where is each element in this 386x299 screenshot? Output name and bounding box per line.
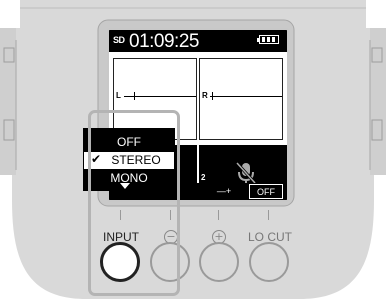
highlight-frame [88, 110, 180, 296]
sd-card-icon: SD [113, 35, 125, 45]
recording-timecode: 01:09:25 [129, 31, 199, 52]
meter-bar-right [210, 96, 282, 97]
connector-locut [268, 210, 269, 220]
plus-button[interactable] [199, 242, 239, 282]
gain-scale-label: —+ [216, 186, 232, 196]
level-meter-right: R [199, 58, 283, 140]
meter-peak-left [134, 92, 135, 100]
channel-label-left: L [116, 91, 121, 100]
connector-plus [218, 210, 219, 220]
locut-value: OFF [257, 187, 275, 197]
locut-button[interactable] [249, 242, 289, 282]
channel-label-right: R [202, 91, 208, 100]
soft-key-gain: —+ [201, 184, 247, 199]
soft-key-locut: OFF [249, 184, 283, 199]
battery-icon [257, 35, 279, 44]
channel-2-label: 2 [201, 173, 206, 182]
meter-peak-right [212, 92, 213, 100]
status-bar: SD 01:09:25 [109, 30, 287, 52]
